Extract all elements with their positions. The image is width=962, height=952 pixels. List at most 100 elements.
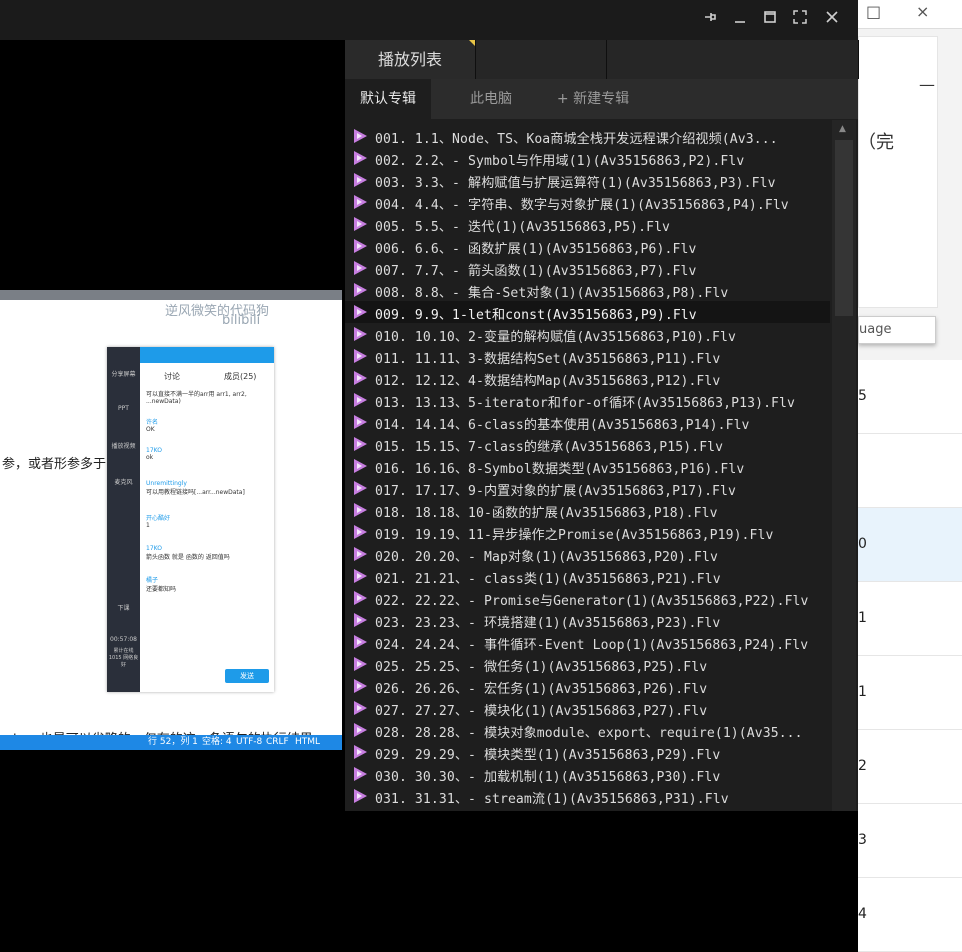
chat-tabs: 讨论 成员(25) xyxy=(140,367,274,385)
playlist-item-label: 023. 23.23、- 环境搭建(1)(Av35156863,P23).Flv xyxy=(375,616,721,631)
playlist-item[interactable]: 018. 18.18、10-函数的扩展(Av35156863,P18).Flv xyxy=(345,499,830,521)
minimize-icon[interactable] xyxy=(726,6,754,34)
playlist-item-label: 019. 19.19、11-异步操作之Promise(Av35156863,P1… xyxy=(375,528,774,543)
chat-side-time: 00:57:08 xyxy=(110,636,137,643)
playlist-item-label: 017. 17.17、9-内置对象的扩展(Av35156863,P17).Flv xyxy=(375,484,737,499)
playlist-item[interactable]: 004. 4.4、- 字符串、数字与对象扩展(1)(Av35156863,P4)… xyxy=(345,191,830,213)
playlist-item-label: 021. 21.21、- class类(1)(Av35156863,P21).F… xyxy=(375,572,721,587)
album-tab-default[interactable]: 默认专辑 xyxy=(345,79,431,119)
background-row: 2 xyxy=(858,730,962,804)
playlist-item[interactable]: 011. 11.11、3-数据结构Set(Av35156863,P11).Flv xyxy=(345,345,830,367)
background-row: 3 xyxy=(858,804,962,878)
pin-icon[interactable] xyxy=(696,6,724,34)
playlist-item[interactable]: 030. 30.30、- 加载机制(1)(Av35156863,P30).Flv xyxy=(345,763,830,785)
background-heading-fragment: （完 xyxy=(858,132,894,153)
playlist-item[interactable]: 028. 28.28、- 模块对象module、export、require(1… xyxy=(345,719,830,741)
playlist-item[interactable]: 029. 29.29、- 模块类型(1)(Av35156863,P29).Flv xyxy=(345,741,830,763)
playlist-item[interactable]: 002. 2.2、- Symbol与作用域(1)(Av35156863,P2).… xyxy=(345,147,830,169)
playlist-item-label: 002. 2.2、- Symbol与作用域(1)(Av35156863,P2).… xyxy=(375,154,745,169)
video-top-strip xyxy=(0,290,342,300)
background-row: 5 xyxy=(858,360,962,434)
background-language-button[interactable]: uage xyxy=(858,316,936,344)
background-row: 1 xyxy=(858,656,962,730)
playlist-header: 播放列表 xyxy=(345,40,859,79)
playlist-item[interactable]: 027. 27.27、- 模块化(1)(Av35156863,P27).Flv xyxy=(345,697,830,719)
chat-tab-members: 成员(25) xyxy=(224,372,257,381)
play-file-icon xyxy=(354,789,367,803)
playlist-item[interactable]: 008. 8.8、- 集合-Set对象(1)(Av35156863,P8).Fl… xyxy=(345,279,830,301)
playlist-items: 001. 1.1、Node、TS、Koa商城全栈开发远程课介绍视频(Av3...… xyxy=(345,125,830,811)
playlist-item-label: 008. 8.8、- 集合-Set对象(1)(Av35156863,P8).Fl… xyxy=(375,286,729,301)
scroll-up-icon[interactable]: ▲ xyxy=(839,124,846,134)
chat-message: 橘子 还要都知吗 xyxy=(146,577,177,593)
status-lang: HTML xyxy=(295,737,321,747)
playlist-item[interactable]: 009. 9.9、1-let和const(Av35156863,P9).Flv xyxy=(345,301,830,323)
playlist-item-label: 003. 3.3、- 解构赋值与扩展运算符(1)(Av35156863,P3).… xyxy=(375,176,776,191)
background-content-panel: — xyxy=(858,36,938,308)
playlist-item-label: 028. 28.28、- 模块对象module、export、require(1… xyxy=(375,726,803,741)
play-file-icon xyxy=(354,525,367,539)
playlist-item[interactable]: 012. 12.12、4-数据结构Map(Av35156863,P12).Flv xyxy=(345,367,830,389)
playlist-item-label: 009. 9.9、1-let和const(Av35156863,P9).Flv xyxy=(375,308,697,323)
playlist-item[interactable]: 020. 20.20、- Map对象(1)(Av35156863,P20).Fl… xyxy=(345,543,830,565)
album-tab-this-pc[interactable]: 此电脑 xyxy=(443,79,539,119)
playlist-item[interactable]: 015. 15.15、7-class的继承(Av35156863,P15).Fl… xyxy=(345,433,830,455)
chat-message: Unremittingly 可以用教程链接吗[...arr...newData] xyxy=(146,480,245,496)
playlist-item[interactable]: 006. 6.6、- 函数扩展(1)(Av35156863,P6).Flv xyxy=(345,235,830,257)
chat-side-stats: 累计在线 1015 网络良好 xyxy=(108,648,139,668)
playlist-item[interactable]: 019. 19.19、11-异步操作之Promise(Av35156863,P1… xyxy=(345,521,830,543)
playlist-item[interactable]: 024. 24.24、- 事件循环-Event Loop(1)(Av351568… xyxy=(345,631,830,653)
video-area[interactable]: 逆风微笑的代码狗 bilibili 参，或者形参多于1 return也是可以省略… xyxy=(0,40,345,811)
playlist-item-label: 007. 7.7、- 箭头函数(1)(Av35156863,P7).Flv xyxy=(375,264,697,279)
album-tab-new-album[interactable]: + 新建专辑 xyxy=(543,79,643,119)
playlist-item[interactable]: 025. 25.25、- 微任务(1)(Av35156863,P25).Flv xyxy=(345,653,830,675)
playlist-item[interactable]: 013. 13.13、5-iterator和for-of循环(Av3515686… xyxy=(345,389,830,411)
background-collapse-icon[interactable]: — xyxy=(919,75,935,94)
play-file-icon xyxy=(354,547,367,561)
playlist-item[interactable]: 016. 16.16、8-Symbol数据类型(Av35156863,P16).… xyxy=(345,455,830,477)
tab-empty[interactable] xyxy=(476,40,607,79)
playlist-item[interactable]: 007. 7.7、- 箭头函数(1)(Av35156863,P7).Flv xyxy=(345,257,830,279)
chat-side-video: 播放视频 xyxy=(111,443,136,450)
fullscreen-icon[interactable] xyxy=(786,6,814,34)
play-file-icon xyxy=(354,393,367,407)
playlist-item-label: 012. 12.12、4-数据结构Map(Av35156863,P12).Flv xyxy=(375,374,721,389)
chat-message: 许名 OK xyxy=(146,419,159,433)
playlist-item[interactable]: 031. 31.31、- stream流(1)(Av35156863,P31).… xyxy=(345,785,830,807)
playlist-item[interactable]: 021. 21.21、- class类(1)(Av35156863,P21).F… xyxy=(345,565,830,587)
maximize-icon[interactable] xyxy=(756,6,784,34)
background-browser-page: □ × — （完 uage 5 0 1 1 2 3 4 xyxy=(858,0,962,952)
play-file-icon xyxy=(354,349,367,363)
playlist-item[interactable]: 005. 5.5、- 迭代(1)(Av35156863,P5).Flv xyxy=(345,213,830,235)
playlist-item-label: 020. 20.20、- Map对象(1)(Av35156863,P20).Fl… xyxy=(375,550,718,565)
playlist-item[interactable]: 017. 17.17、9-内置对象的扩展(Av35156863,P17).Flv xyxy=(345,477,830,499)
playlist-item-label: 004. 4.4、- 字符串、数字与对象扩展(1)(Av35156863,P4)… xyxy=(375,198,789,213)
playlist-item[interactable]: 003. 3.3、- 解构赋值与扩展运算符(1)(Av35156863,P3).… xyxy=(345,169,830,191)
playlist-item[interactable]: 023. 23.23、- 环境搭建(1)(Av35156863,P23).Flv xyxy=(345,609,830,631)
playlist-item[interactable]: 001. 1.1、Node、TS、Koa商城全栈开发远程课介绍视频(Av3... xyxy=(345,125,830,147)
tab-empty[interactable] xyxy=(607,40,859,79)
close-icon[interactable] xyxy=(818,6,846,34)
background-maximize-icon[interactable]: □ xyxy=(866,2,881,21)
play-file-icon xyxy=(354,261,367,275)
background-row: 1 xyxy=(858,582,962,656)
playlist-item[interactable]: 014. 14.14、6-class的基本使用(Av35156863,P14).… xyxy=(345,411,830,433)
player-title-bar[interactable] xyxy=(0,0,858,40)
playlist-item-label: 015. 15.15、7-class的继承(Av35156863,P15).Fl… xyxy=(375,440,724,455)
playlist-item[interactable]: 010. 10.10、2-变量的解构赋值(Av35156863,P10).Flv xyxy=(345,323,830,345)
playlist-item-label: 010. 10.10、2-变量的解构赋值(Av35156863,P10).Flv xyxy=(375,330,737,345)
playlist-item-label: 025. 25.25、- 微任务(1)(Av35156863,P25).Flv xyxy=(375,660,708,675)
play-file-icon xyxy=(354,437,367,451)
scroll-thumb[interactable] xyxy=(835,140,853,316)
playlist-item-label: 016. 16.16、8-Symbol数据类型(Av35156863,P16).… xyxy=(375,462,745,477)
video-player-window: 逆风微笑的代码狗 bilibili 参，或者形参多于1 return也是可以省略… xyxy=(0,0,859,811)
chat-side-download: 下课 xyxy=(117,605,130,612)
video-editor-statusbar: 行 52，列 1 空格: 4 UTF-8 CRLF HTML xyxy=(0,735,342,750)
playlist-scrollbar[interactable]: ▲ xyxy=(832,120,856,811)
chat-sidebar: 分享屏幕 PPT 播放视频 麦克风 下课 00:57:08 累计在线 1015 … xyxy=(107,347,140,692)
playlist-item[interactable]: 026. 26.26、- 宏任务(1)(Av35156863,P26).Flv xyxy=(345,675,830,697)
background-close-icon[interactable]: × xyxy=(916,2,929,21)
playlist-item[interactable]: 022. 22.22、- Promise与Generator(1)(Av3515… xyxy=(345,587,830,609)
playlist-item-label: 001. 1.1、Node、TS、Koa商城全栈开发远程课介绍视频(Av3... xyxy=(375,132,778,147)
tab-playlist[interactable]: 播放列表 xyxy=(345,40,476,79)
